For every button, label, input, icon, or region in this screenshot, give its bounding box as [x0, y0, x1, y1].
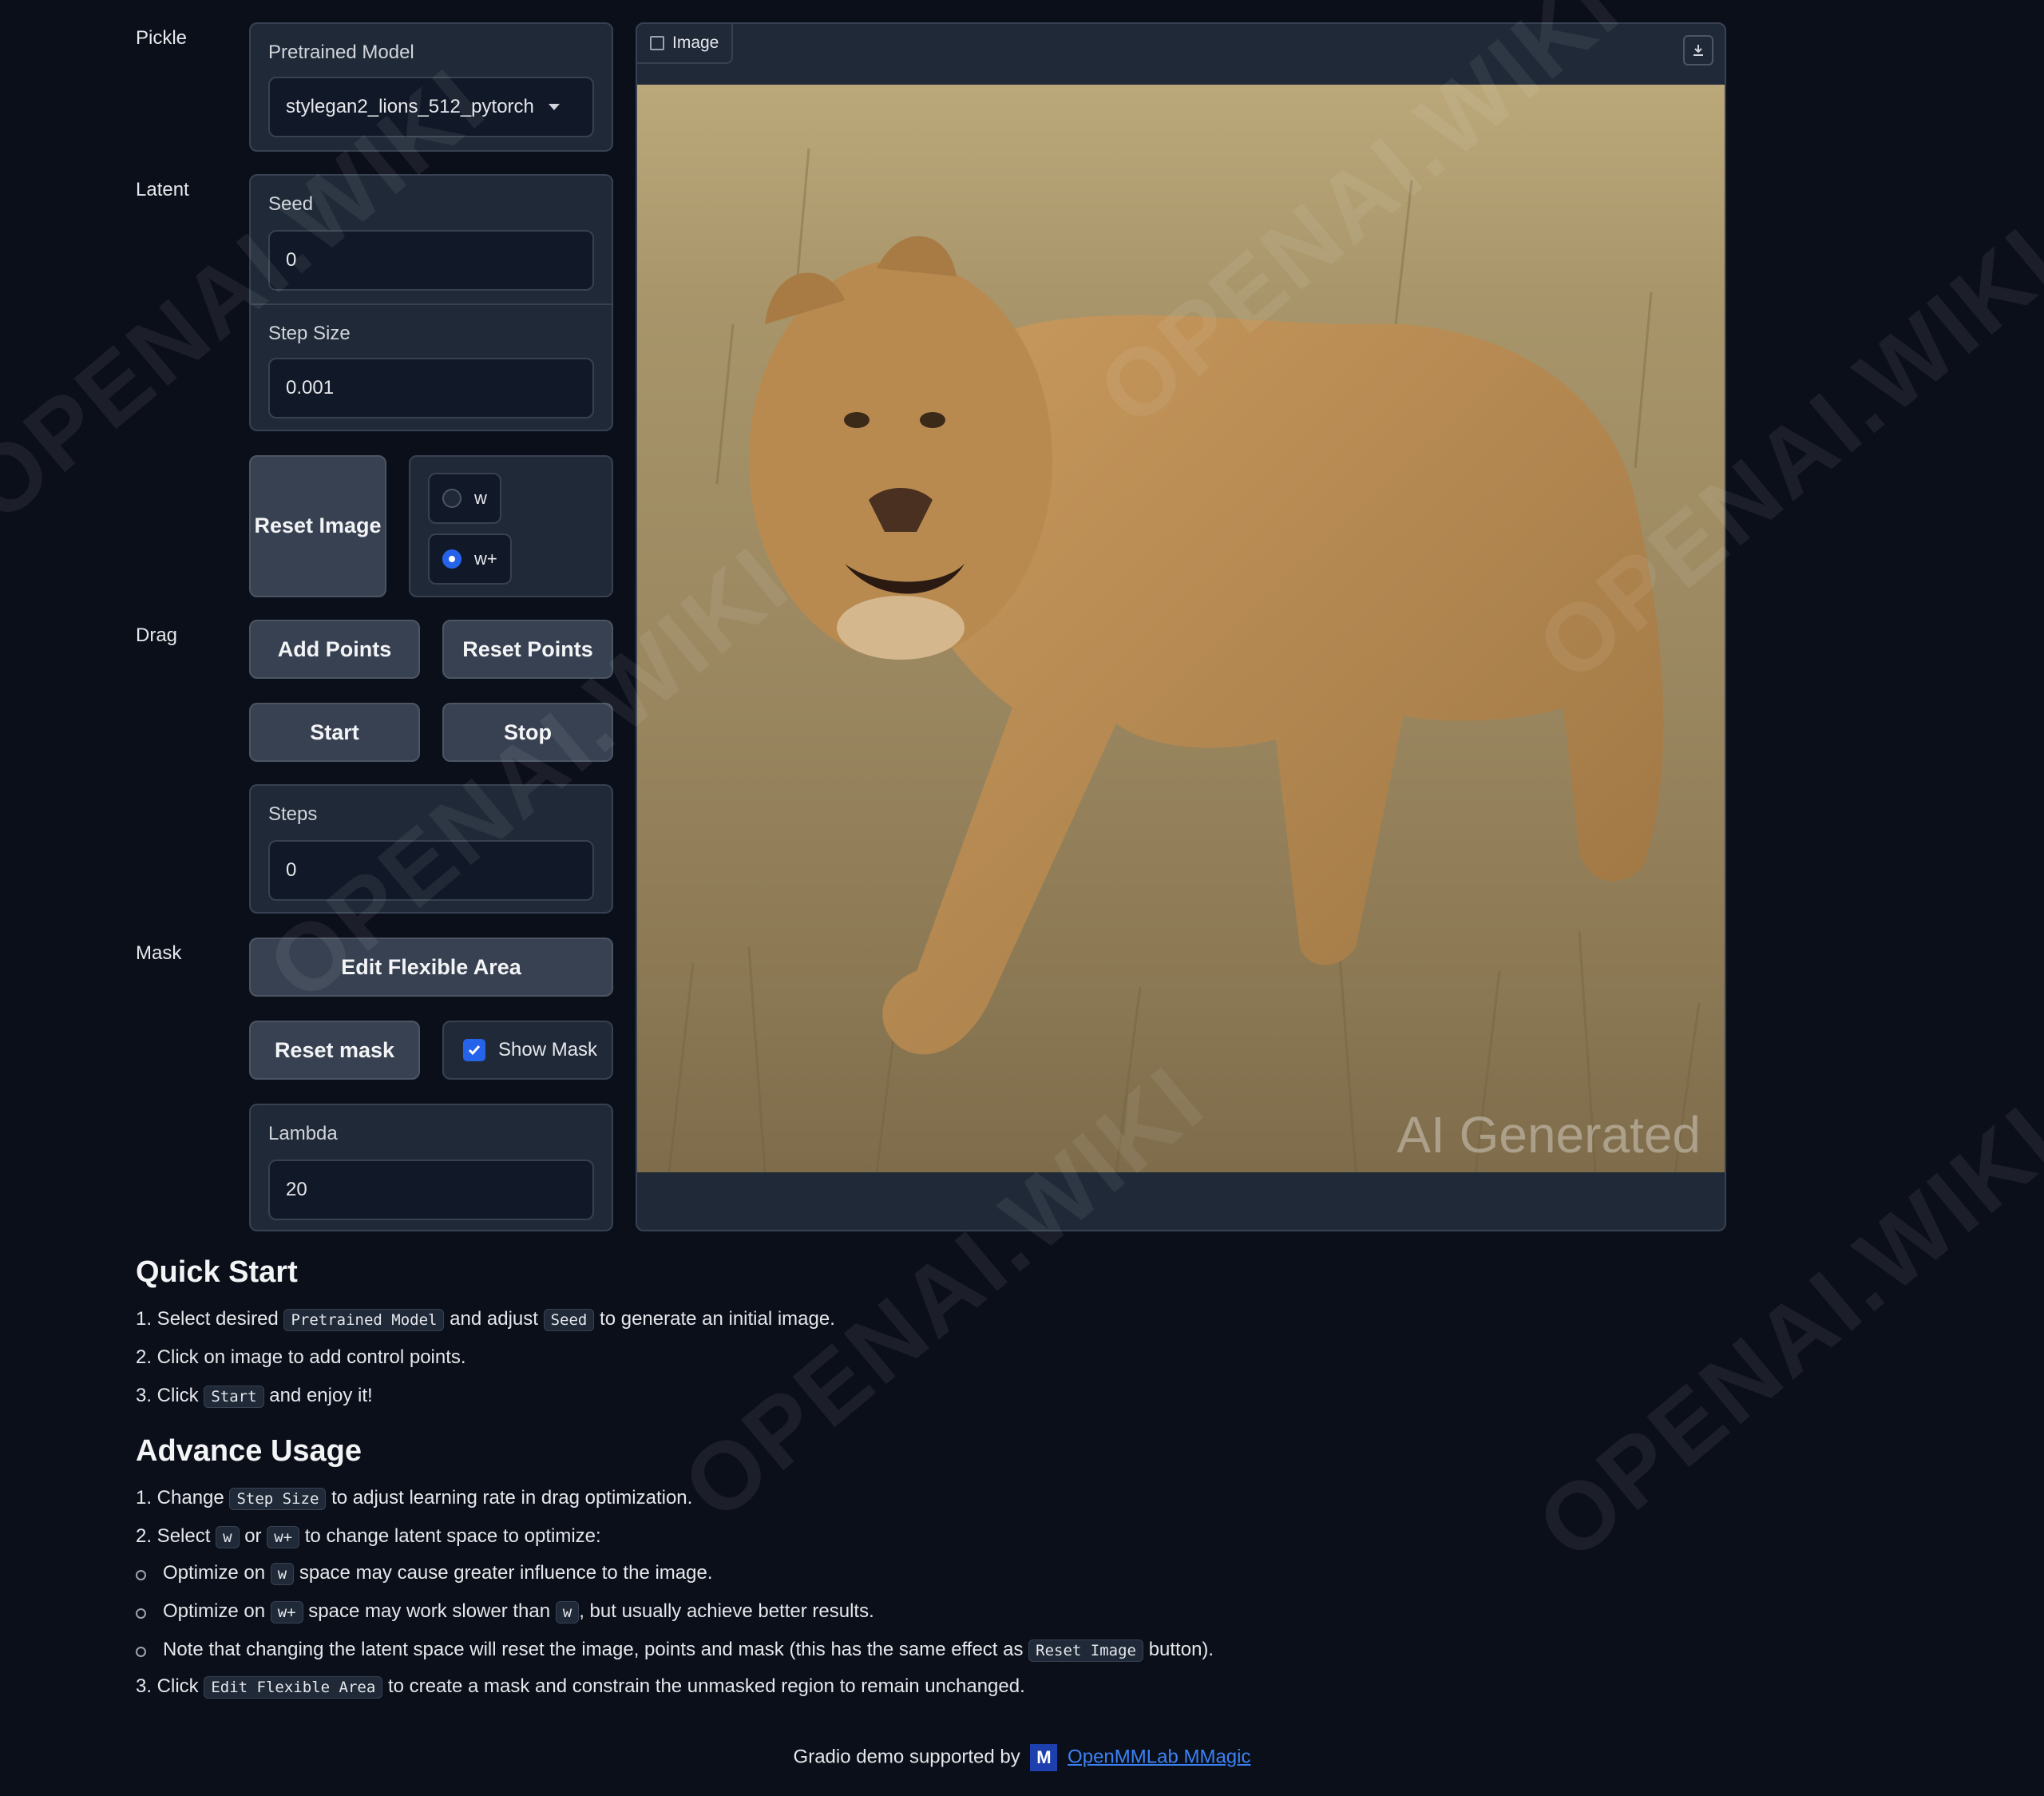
advance-bullet-3: Note that changing the latent space will…	[163, 1639, 1214, 1662]
ai-generated-overlay: AI Generated	[1396, 1106, 1701, 1164]
step-text: Note that changing the latent space will…	[163, 1639, 1024, 1660]
reset-points-button[interactable]: Reset Points	[442, 620, 613, 679]
quick-start-step-1: 1. Select desired Pretrained Model and a…	[136, 1308, 835, 1331]
step-text: Optimize on	[163, 1562, 266, 1584]
start-button[interactable]: Start	[249, 703, 420, 762]
steps-panel: Steps 0	[249, 784, 613, 914]
footer-link[interactable]: OpenMMLab MMagic	[1068, 1746, 1250, 1767]
quick-start-step-2: 2. Click on image to add control points.	[136, 1346, 466, 1368]
step-text: and adjust	[450, 1308, 538, 1330]
radio-selected-icon	[442, 549, 461, 569]
lion-illustration	[667, 148, 1701, 1172]
step-text: and enjoy it!	[269, 1385, 373, 1406]
seed-value: 0	[286, 249, 297, 271]
steps-value: 0	[286, 859, 297, 881]
divider	[251, 303, 612, 305]
section-label-pickle: Pickle	[136, 27, 188, 49]
step-text: to create a mask and constrain the unmas…	[387, 1675, 1025, 1697]
step-text: 3. Click	[136, 1385, 199, 1406]
reset-image-button[interactable]: Reset Image	[249, 455, 386, 597]
mmagic-logo-icon: M	[1030, 1744, 1058, 1771]
show-mask-checkbox[interactable]: Show Mask	[442, 1021, 613, 1080]
lambda-value: 20	[286, 1179, 307, 1200]
section-label-latent: Latent	[136, 179, 189, 200]
latent-params-panel: Seed 0 Step Size 0.001	[249, 174, 613, 431]
edit-flexible-area-button[interactable]: Edit Flexible Area	[249, 938, 613, 997]
latent-space-radio-group: w w+	[409, 455, 613, 597]
advance-step-1: 1. Change Step Size to adjust learning r…	[136, 1487, 693, 1510]
stop-button[interactable]: Stop	[442, 703, 613, 762]
pretrained-model-dropdown[interactable]: stylegan2_lions_512_pytorch	[268, 77, 594, 137]
steps-input[interactable]: 0	[268, 840, 594, 901]
inline-code: Seed	[543, 1309, 595, 1331]
step-text: 3. Click	[136, 1675, 199, 1697]
step-text: , but usually achieve better results.	[579, 1600, 874, 1622]
steps-label: Steps	[268, 803, 318, 825]
image-icon	[650, 36, 664, 50]
radio-option-w[interactable]: w	[428, 473, 501, 524]
quick-start-title: Quick Start	[136, 1255, 298, 1289]
checkbox-checked-icon	[463, 1039, 485, 1061]
inline-code: w	[555, 1601, 580, 1624]
advance-bullet-2: Optimize on w+ space may work slower tha…	[163, 1600, 874, 1624]
step-size-value: 0.001	[286, 377, 335, 398]
image-panel: Image AI Generated	[636, 22, 1726, 1231]
lambda-label: Lambda	[268, 1123, 338, 1144]
footer: Gradio demo supported by M OpenMMLab MMa…	[0, 1744, 2044, 1771]
step-text: 1. Change	[136, 1487, 224, 1509]
generated-lion-image[interactable]: AI Generated	[637, 85, 1725, 1172]
step-size-input[interactable]: 0.001	[268, 358, 594, 418]
inline-code: Edit Flexible Area	[204, 1676, 383, 1699]
bullet-circle-icon	[136, 1570, 146, 1580]
step-text: to generate an initial image.	[600, 1308, 835, 1330]
inline-code: w+	[267, 1526, 300, 1548]
inline-code: Pretrained Model	[283, 1309, 445, 1331]
pretrained-model-panel: Pretrained Model stylegan2_lions_512_pyt…	[249, 22, 613, 152]
inline-code: Reset Image	[1028, 1639, 1144, 1662]
inline-code: w	[270, 1563, 295, 1585]
step-text: to change latent space to optimize:	[304, 1525, 601, 1547]
reset-mask-button[interactable]: Reset mask	[249, 1021, 420, 1080]
advance-usage-title: Advance Usage	[136, 1434, 362, 1468]
step-text: button).	[1148, 1639, 1214, 1660]
quick-start-step-3: 3. Click Start and enjoy it!	[136, 1385, 373, 1408]
section-label-drag: Drag	[136, 624, 178, 646]
lambda-input[interactable]: 20	[268, 1160, 594, 1220]
radio-circle-icon	[442, 489, 461, 508]
step-text: 1. Select desired	[136, 1308, 279, 1330]
seed-input[interactable]: 0	[268, 230, 594, 291]
chevron-down-icon	[548, 104, 560, 110]
inline-code: Step Size	[229, 1488, 327, 1510]
step-text: to adjust learning rate in drag optimiza…	[331, 1487, 693, 1509]
footer-text: Gradio demo supported by	[793, 1746, 1020, 1768]
step-text: 2. Select	[136, 1525, 211, 1547]
step-text: or	[244, 1525, 262, 1547]
add-points-button[interactable]: Add Points	[249, 620, 420, 679]
radio-label-w-plus: w+	[474, 549, 497, 569]
bullet-circle-icon	[136, 1647, 146, 1657]
section-label-mask: Mask	[136, 942, 182, 964]
step-text: Optimize on	[163, 1600, 266, 1622]
advance-step-2: 2. Select w or w+ to change latent space…	[136, 1525, 601, 1548]
download-icon[interactable]	[1683, 35, 1713, 65]
image-tab-label: Image	[672, 34, 719, 52]
advance-step-3: 3. Click Edit Flexible Area to create a …	[136, 1675, 1025, 1699]
step-size-label: Step Size	[268, 323, 351, 344]
bullet-circle-icon	[136, 1608, 146, 1619]
seed-label: Seed	[268, 193, 314, 215]
pretrained-model-value: stylegan2_lions_512_pytorch	[286, 96, 534, 117]
inline-code: w	[216, 1526, 240, 1548]
pretrained-model-label: Pretrained Model	[268, 42, 414, 63]
step-text: space may cause greater influence to the…	[299, 1562, 713, 1584]
lambda-panel: Lambda 20	[249, 1104, 613, 1231]
inline-code: Start	[204, 1386, 264, 1408]
image-tab: Image	[637, 24, 734, 64]
advance-bullet-1: Optimize on w space may cause greater in…	[163, 1562, 713, 1585]
inline-code: w+	[270, 1601, 303, 1624]
step-text: space may work slower than	[308, 1600, 551, 1622]
show-mask-label: Show Mask	[498, 1039, 598, 1061]
radio-option-w-plus[interactable]: w+	[428, 533, 512, 585]
radio-label-w: w	[474, 488, 487, 508]
